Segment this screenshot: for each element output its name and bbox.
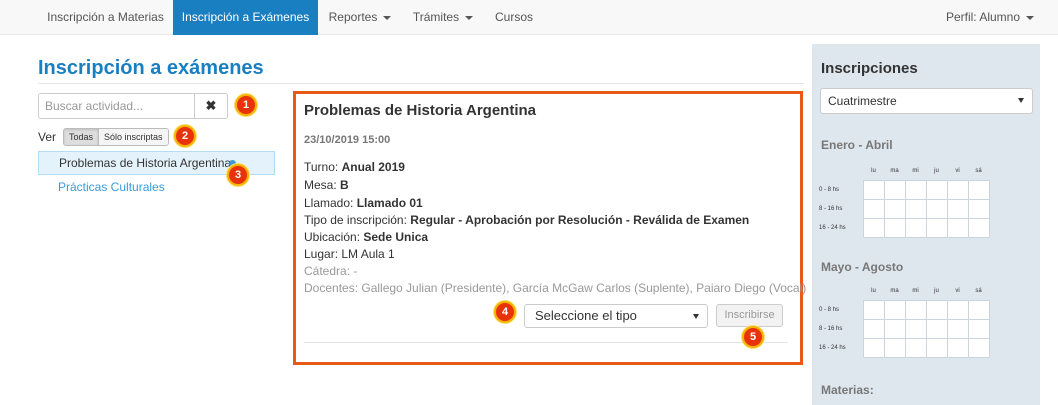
chevron-down-icon — [465, 15, 474, 20]
tipo-select[interactable]: Seleccione el tipo — [524, 304, 708, 328]
field-catedra: Cátedra: - — [304, 264, 358, 278]
exam-date: 23/10/2019 15:00 — [304, 134, 391, 146]
step-badge-3: 3 — [227, 164, 249, 186]
field-lugar: Lugar: LM Aula 1 — [304, 247, 395, 261]
materias-label: Materias: — [821, 383, 874, 397]
chevron-down-icon — [383, 15, 392, 20]
section-mayo-agosto-title: Mayo - Agosto — [821, 260, 904, 274]
nav-inscripcion-examenes[interactable]: Inscripción a Exámenes — [173, 0, 318, 35]
field-ubicacion: Ubicación: Sede Unica — [304, 230, 429, 244]
close-icon: ✖ — [205, 98, 217, 113]
section-enero-abril-title: Enero - Abril — [821, 138, 893, 152]
filter-toggle: Todas Sólo inscriptas — [63, 128, 169, 146]
profile-menu[interactable]: Perfil: Alumno — [940, 0, 1040, 35]
exam-detail-panel: Problemas de Historia Argentina 23/10/20… — [293, 91, 807, 365]
clear-search-button[interactable]: ✖ — [194, 93, 228, 119]
filter-todas-button[interactable]: Todas — [64, 129, 99, 145]
filter-solo-inscriptas-button[interactable]: Sólo inscriptas — [98, 129, 168, 145]
schedule-grid-mayo-agosto: lu ma mi ju vi sá 0 - 8 hs 8 - 16 hs 16 … — [818, 282, 990, 358]
inscripciones-sidebar: Inscripciones Cuatrimestre Enero - Abril… — [812, 44, 1040, 405]
exam-title: Problemas de Historia Argentina — [304, 102, 537, 119]
nav-reportes[interactable]: Reportes — [318, 0, 402, 35]
field-llamado: Llamado: Llamado 01 — [304, 196, 423, 210]
panel-divider — [304, 342, 788, 343]
top-navbar: Inscripción a Materias Inscripción a Exá… — [0, 0, 1058, 35]
nav-inscripcion-materias[interactable]: Inscripción a Materias — [38, 0, 173, 35]
nav-tramites[interactable]: Trámites — [402, 0, 484, 35]
step-badge-2: 2 — [174, 125, 196, 147]
title-divider — [38, 83, 804, 84]
field-mesa: Mesa: B — [304, 178, 349, 192]
inscribirse-button[interactable]: Inscribirse — [716, 304, 783, 327]
field-tipo-inscripcion: Tipo de inscripción: Regular - Aprobació… — [304, 213, 750, 227]
step-badge-5: 5 — [742, 326, 764, 348]
search-input[interactable] — [38, 93, 195, 119]
caret-down-icon — [1018, 98, 1024, 103]
step-badge-1: 1 — [235, 94, 257, 116]
field-turno: Turno: Anual 2019 — [304, 160, 405, 174]
chevron-down-icon — [1026, 15, 1035, 20]
period-select[interactable]: Cuatrimestre — [820, 88, 1033, 114]
nav-cursos[interactable]: Cursos — [484, 0, 544, 35]
page-title: Inscripción a exámenes — [38, 57, 264, 79]
filter-label: Ver — [38, 130, 57, 144]
sidebar-title: Inscripciones — [821, 60, 918, 77]
step-badge-4: 4 — [494, 301, 516, 323]
schedule-grid-enero-abril: lu ma mi ju vi sá 0 - 8 hs 8 - 16 hs 16 … — [818, 162, 990, 238]
caret-down-icon — [693, 314, 699, 319]
field-docentes: Docentes: Gallego Julian (Presidente), G… — [304, 281, 807, 295]
